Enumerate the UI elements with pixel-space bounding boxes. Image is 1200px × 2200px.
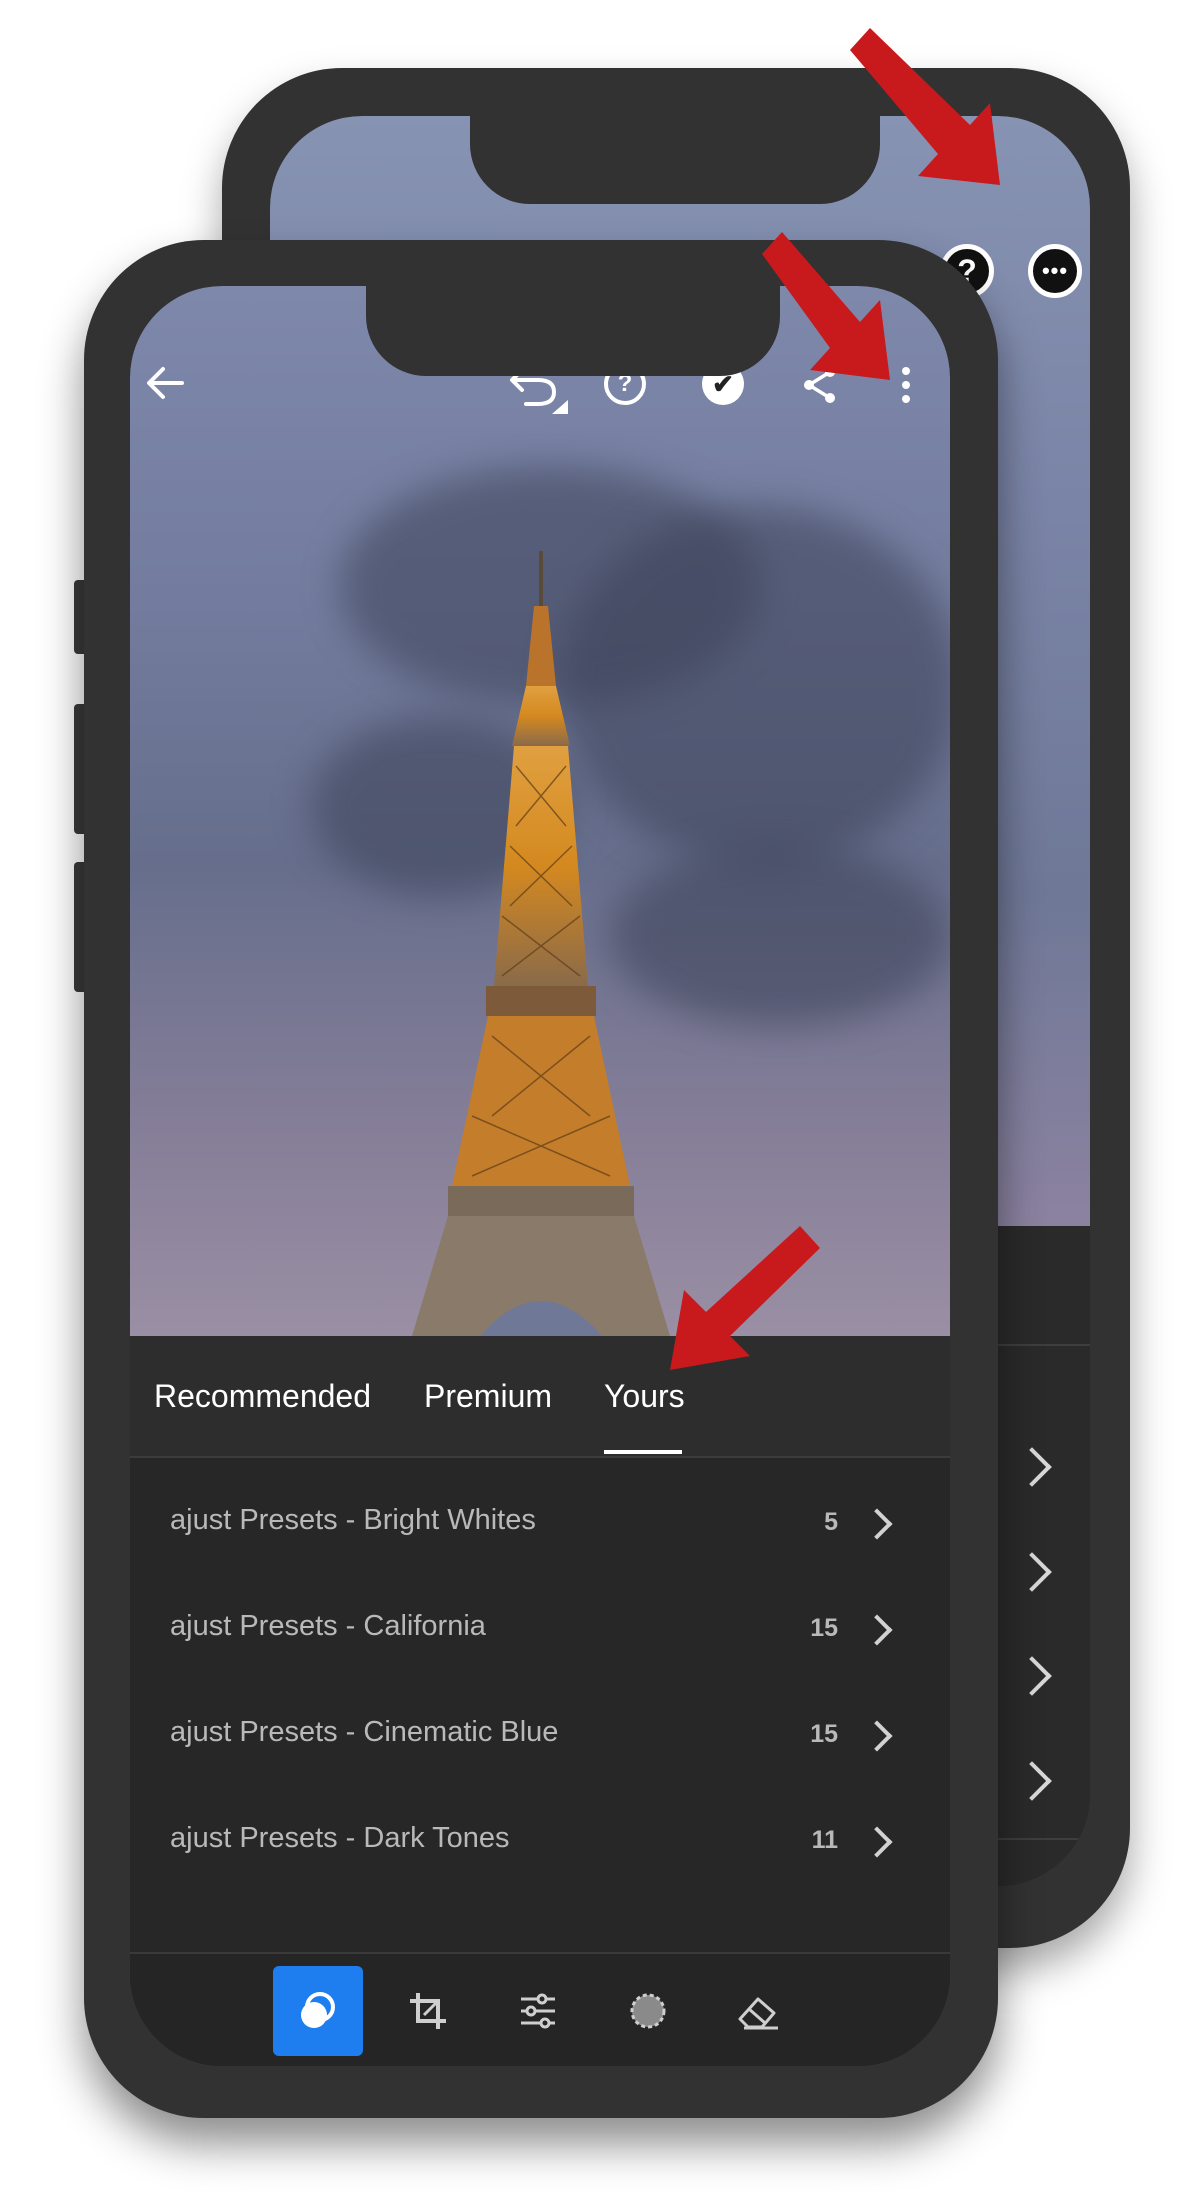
annotation-arrow bbox=[850, 28, 1000, 185]
annotation-arrow bbox=[762, 232, 890, 380]
annotation-arrows bbox=[670, 28, 1000, 1370]
annotation-arrow bbox=[670, 1226, 820, 1370]
